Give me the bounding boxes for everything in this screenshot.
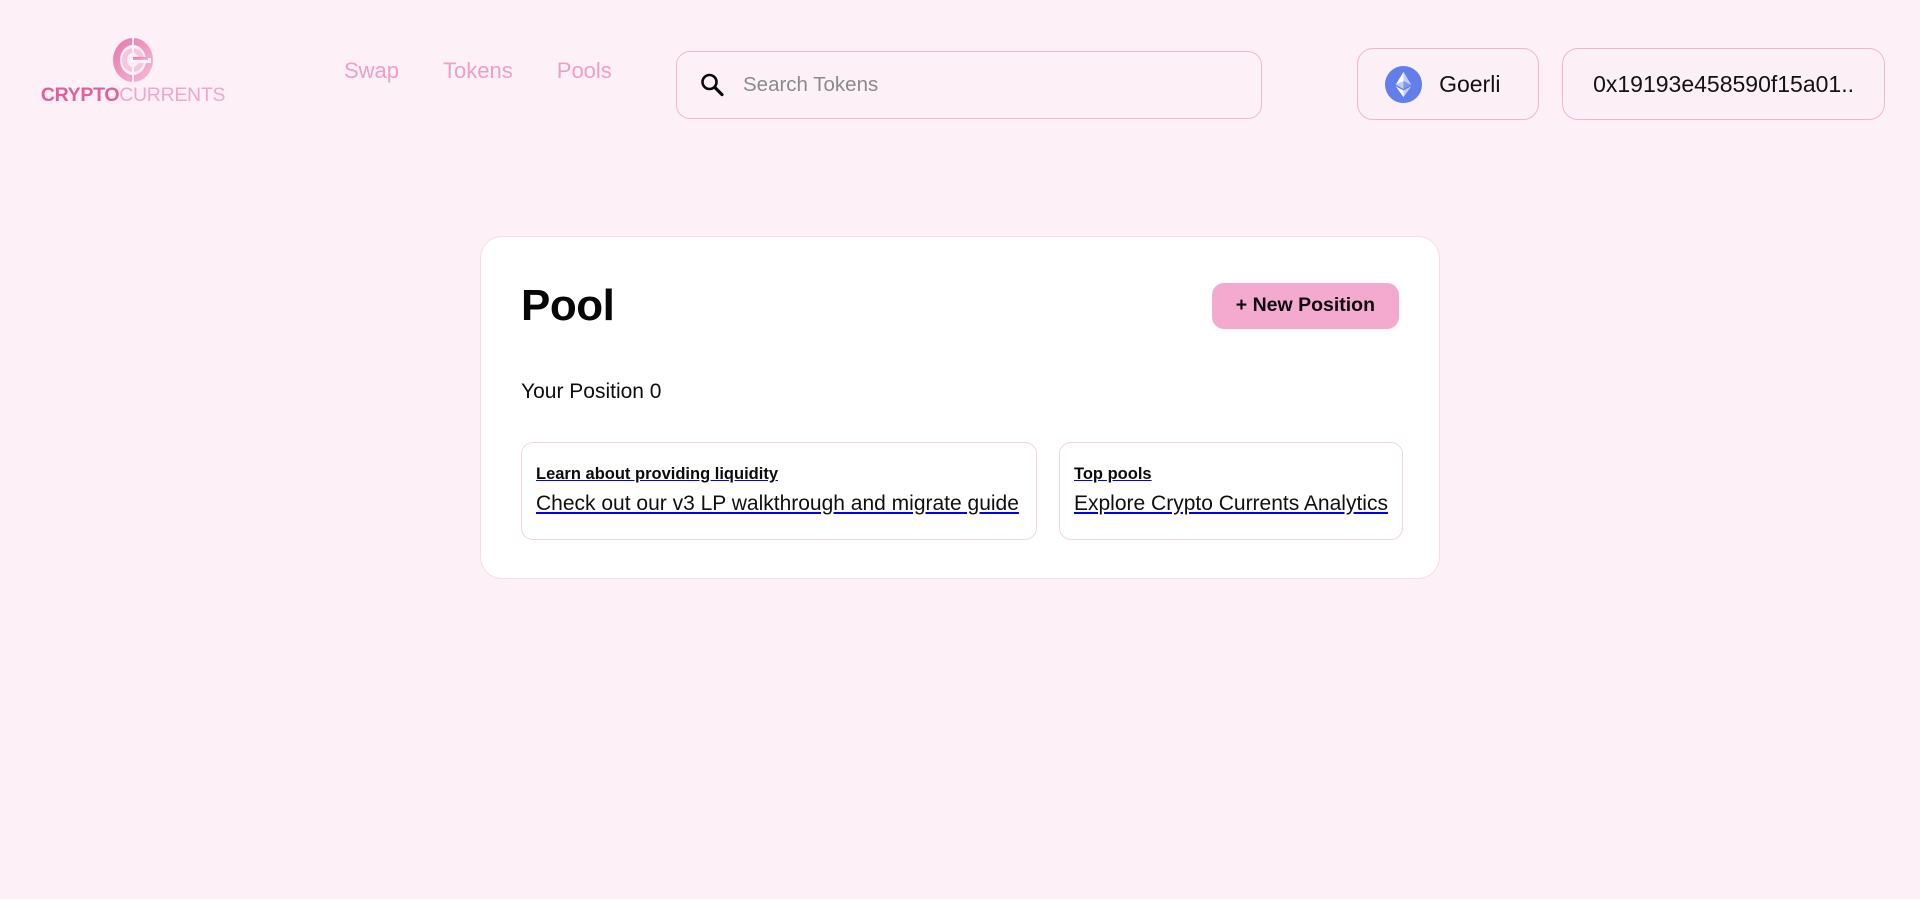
search-icon (701, 73, 724, 97)
crypto-currents-logo-mark-icon (113, 38, 153, 83)
pool-card-header: Pool + New Position (521, 279, 1399, 333)
header-right-group: Goerli 0x19193e458590f15a01.. (1357, 48, 1885, 120)
wallet-address-chip[interactable]: 0x19193e458590f15a01.. (1562, 48, 1885, 120)
main-content: Pool + New Position Your Position 0 Lear… (0, 142, 1920, 579)
info-card-title: Learn about providing liquidity (536, 465, 778, 483)
nav-item-tokens[interactable]: Tokens (443, 60, 513, 82)
pool-card: Pool + New Position Your Position 0 Lear… (480, 236, 1440, 579)
info-card-subtitle: Explore Crypto Currents Analytics (1074, 491, 1388, 515)
brand-word-secondary: CURRENTS (119, 84, 226, 107)
nav-item-pools[interactable]: Pools (557, 60, 612, 82)
brand-word-primary: CRYPTO (40, 84, 120, 107)
wallet-address-label: 0x19193e458590f15a01.. (1593, 70, 1854, 97)
brand-wordmark: CRYPTOCURRENTS (40, 84, 226, 107)
search-input[interactable] (743, 52, 1239, 118)
main-nav: Swap Tokens Pools (344, 60, 612, 82)
new-position-button[interactable]: + New Position (1211, 283, 1399, 329)
search-bar[interactable] (676, 51, 1262, 119)
nav-item-swap[interactable]: Swap (344, 60, 399, 82)
info-card-title: Top pools (1074, 465, 1152, 483)
your-position-label: Your Position 0 (521, 380, 662, 403)
info-card-row: Learn about providing liquidity Check ou… (521, 442, 1403, 540)
network-selector[interactable]: Goerli (1357, 48, 1540, 120)
network-label: Goerli (1439, 70, 1501, 97)
ethereum-icon (1385, 65, 1423, 103)
app-header: CRYPTOCURRENTS Swap Tokens Pools Goerli (0, 0, 1920, 142)
page-title: Pool (521, 281, 615, 330)
brand-logo[interactable]: CRYPTOCURRENTS (38, 36, 228, 106)
info-card-top-pools[interactable]: Top pools Explore Crypto Currents Analyt… (1059, 442, 1403, 540)
info-card-learn-liquidity[interactable]: Learn about providing liquidity Check ou… (521, 442, 1037, 540)
info-card-subtitle: Check out our v3 LP walkthrough and migr… (536, 491, 1019, 515)
